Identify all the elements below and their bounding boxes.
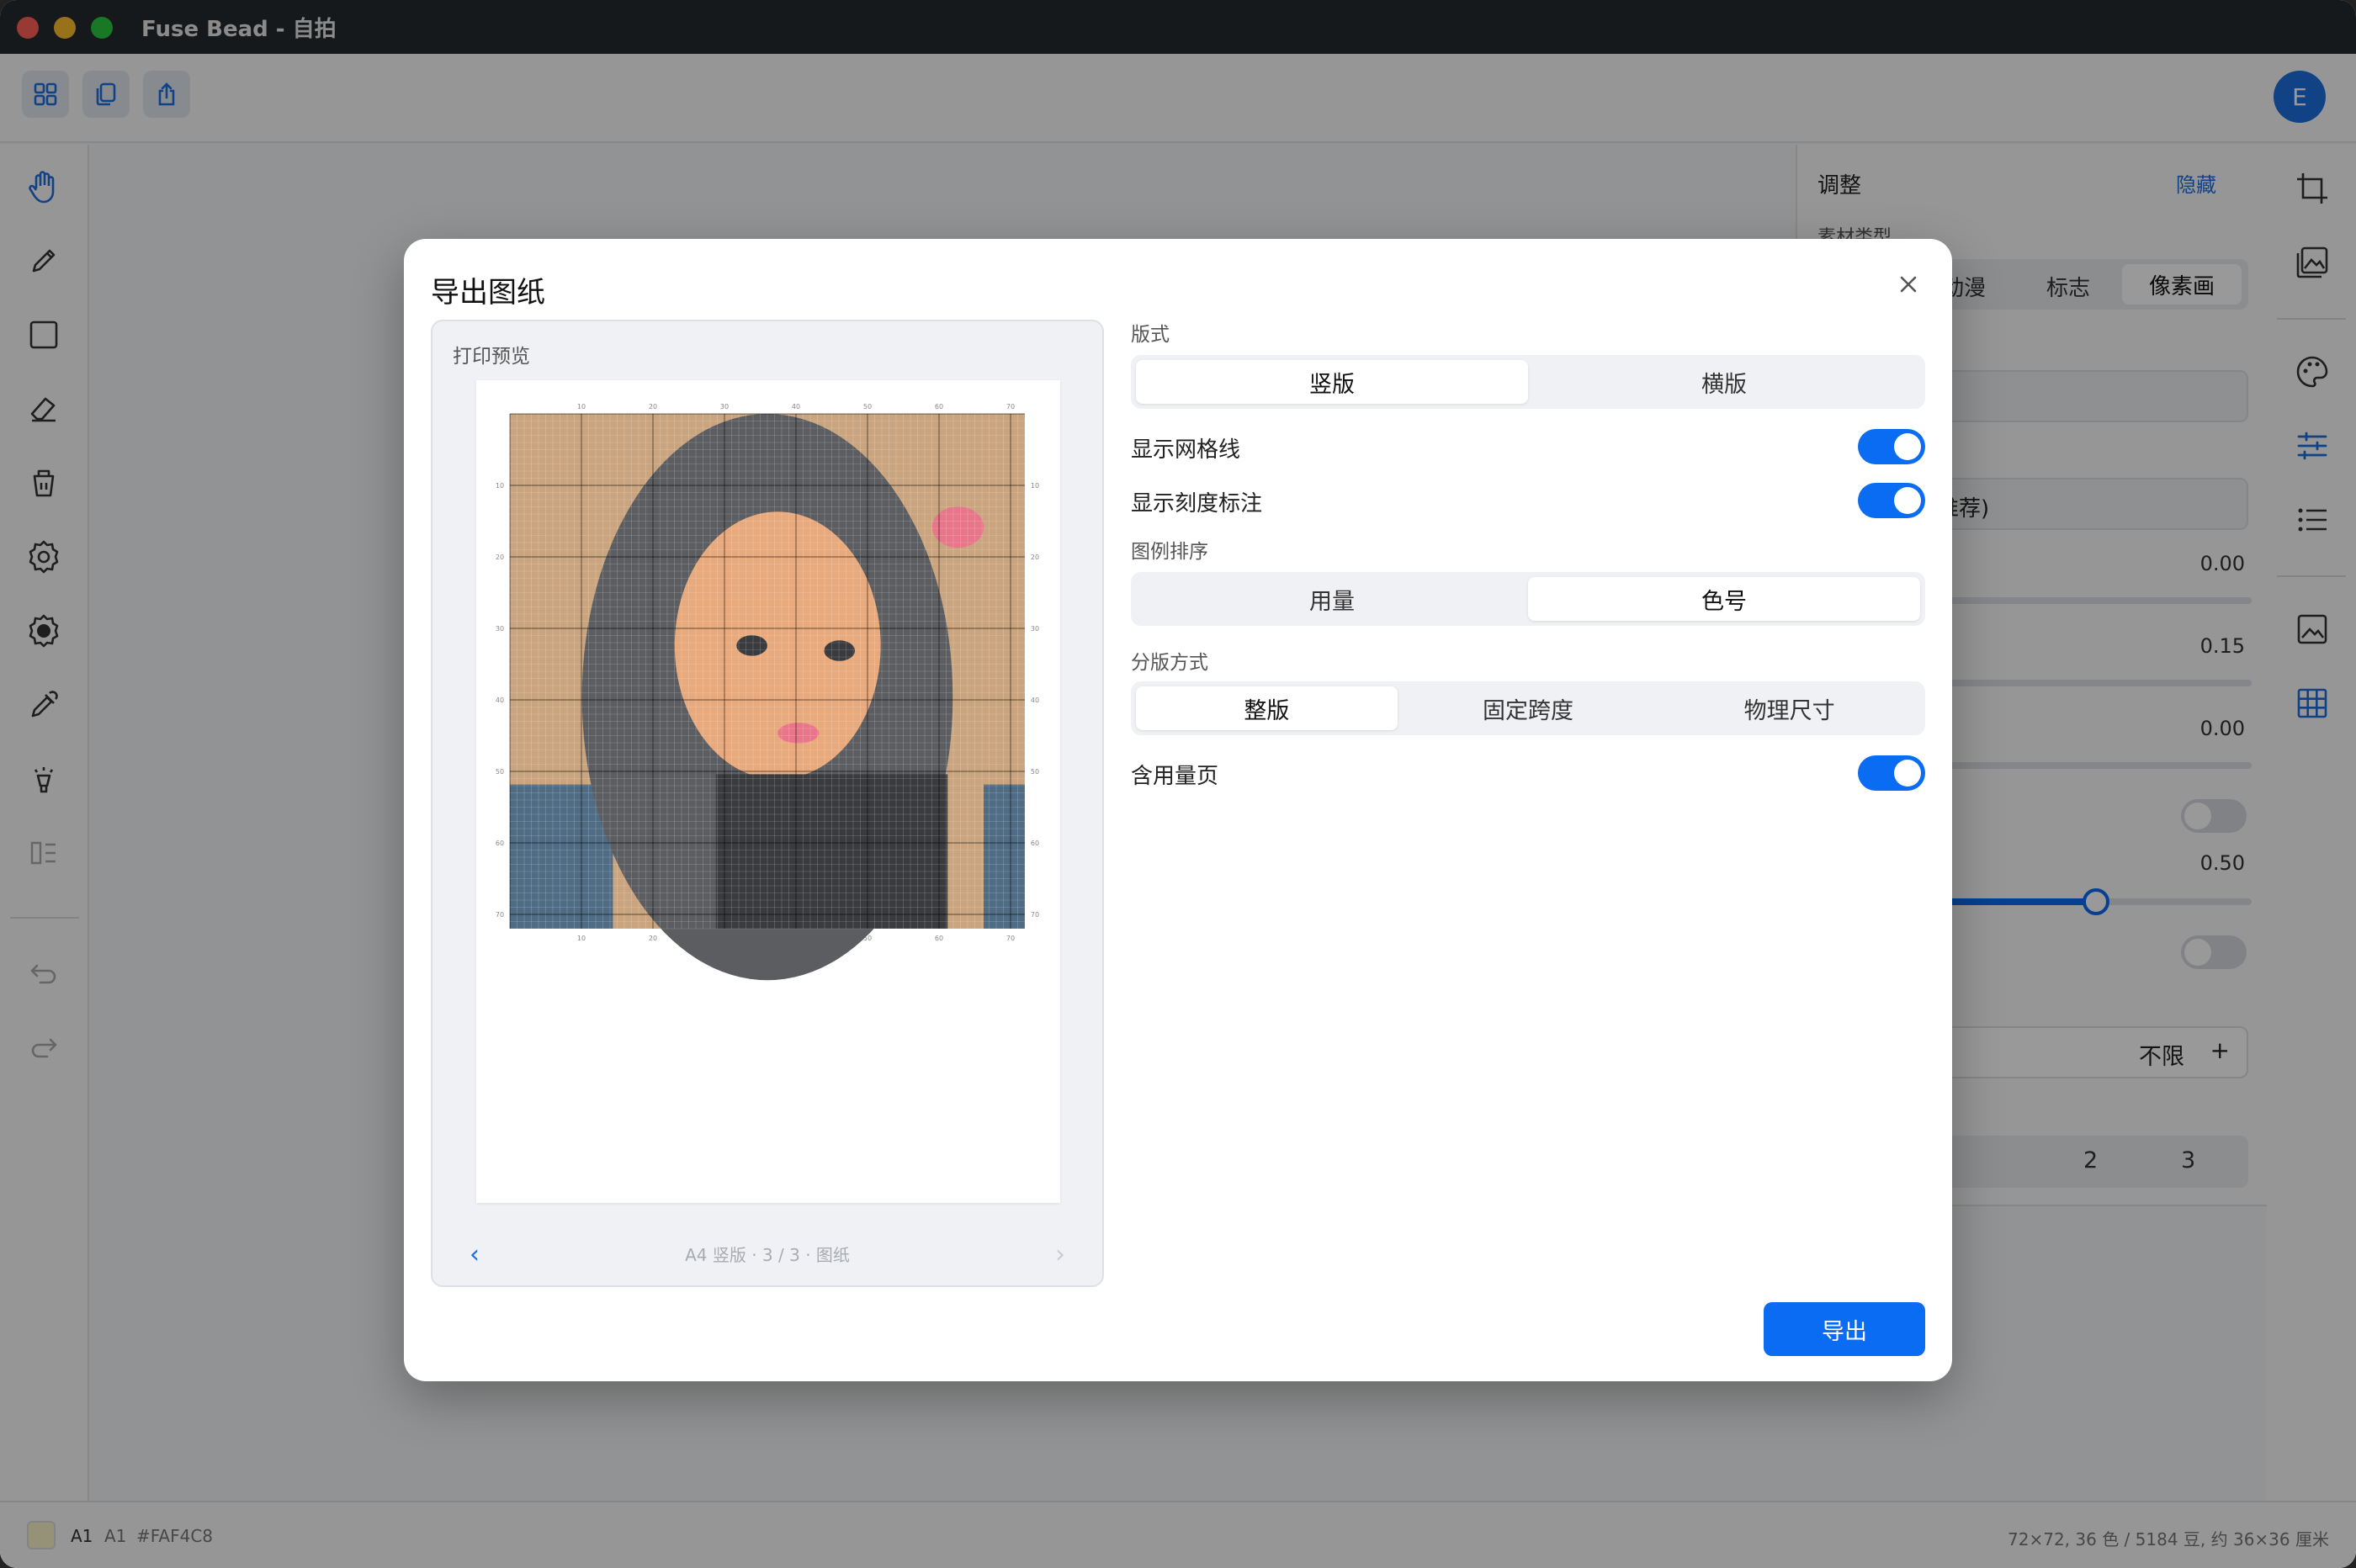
tick-label-x: 70 (1006, 403, 1015, 411)
legend-sort-label: 图例排序 (1131, 541, 1208, 563)
paging-segmented: 整版 固定跨度 物理尺寸 (1131, 681, 1925, 735)
tick-label-x: 10 (577, 935, 586, 942)
tick-label-x: 50 (863, 403, 872, 411)
tick-label-y: 20 (1031, 554, 1039, 561)
tick-label-y: 60 (1031, 840, 1039, 847)
tick-label-y: 60 (496, 840, 504, 847)
tick-label-y: 70 (1031, 911, 1039, 919)
tick-label-y: 40 (1031, 697, 1039, 704)
show-grid-label: 显示网格线 (1131, 437, 1241, 463)
layout-section-label: 版式 (1131, 324, 1170, 346)
export-dialog: 导出图纸 打印预览 10 10 20 20 30 30 40 40 50 50 60 60 70 70 1… (404, 239, 1952, 1381)
app-window: Fuse Bead - 自拍 E 调整 隐藏 素材类型 动漫 标志 像素画 推荐… (0, 0, 2356, 1568)
show-grid-toggle[interactable] (1858, 429, 1925, 464)
pattern-accent (931, 506, 984, 548)
tick-label-x: 20 (649, 403, 657, 411)
dialog-title: 导出图纸 (431, 276, 545, 310)
bead-pattern: 1010202030304040505060607070 10102020303… (496, 403, 1039, 981)
tick-label-y: 30 (496, 625, 504, 633)
paging-physical-size-option[interactable]: 物理尺寸 (1658, 686, 1920, 730)
show-scale-label: 显示刻度标注 (1131, 491, 1263, 516)
layout-portrait-option[interactable]: 竖版 (1136, 360, 1528, 404)
preview-page-info: A4 竖版 · 3 / 3 · 图纸 (685, 1245, 850, 1265)
print-preview-label: 打印预览 (453, 346, 530, 368)
tick-label-y: 10 (1031, 482, 1039, 490)
legend-sort-usage-option[interactable]: 用量 (1136, 577, 1528, 621)
tick-label-y: 50 (1031, 768, 1039, 776)
tick-label-y: 10 (496, 482, 504, 490)
close-icon[interactable] (1895, 271, 1922, 298)
tick-label-y: 50 (496, 768, 504, 776)
paging-whole-option[interactable]: 整版 (1136, 686, 1398, 730)
tick-label-x: 60 (935, 935, 943, 942)
layout-segmented: 竖版 横版 (1131, 355, 1925, 409)
pattern-mouth (777, 723, 820, 744)
tick-label-x: 70 (1006, 935, 1015, 942)
legend-sort-code-option[interactable]: 色号 (1528, 577, 1920, 621)
include-usage-toggle[interactable] (1858, 755, 1925, 791)
legend-sort-segmented: 用量 色号 (1131, 572, 1925, 626)
paging-label: 分版方式 (1131, 652, 1208, 674)
show-scale-toggle[interactable] (1858, 483, 1925, 518)
tick-label-y: 20 (496, 554, 504, 561)
preview-page: 1010202030304040505060607070 10102020303… (476, 380, 1060, 1203)
pattern-eye-right (824, 640, 856, 661)
tick-label-x: 10 (577, 403, 586, 411)
tick-label-y: 40 (496, 697, 504, 704)
tick-label-y: 30 (1031, 625, 1039, 633)
tick-label-x: 40 (792, 403, 800, 411)
pattern-eye-left (736, 635, 767, 656)
include-usage-label: 含用量页 (1131, 764, 1219, 789)
tick-label-x: 20 (649, 935, 657, 942)
paging-fixed-span-option[interactable]: 固定跨度 (1398, 686, 1659, 730)
print-preview: 打印预览 10 10 20 20 30 30 40 40 50 50 60 60 70 70 10 10 20… (431, 320, 1104, 1287)
tick-label-x: 60 (935, 403, 943, 411)
export-button[interactable]: 导出 (1764, 1302, 1925, 1356)
tick-label-x: 30 (720, 403, 729, 411)
layout-landscape-option[interactable]: 横版 (1528, 360, 1920, 404)
tick-label-y: 70 (496, 911, 504, 919)
